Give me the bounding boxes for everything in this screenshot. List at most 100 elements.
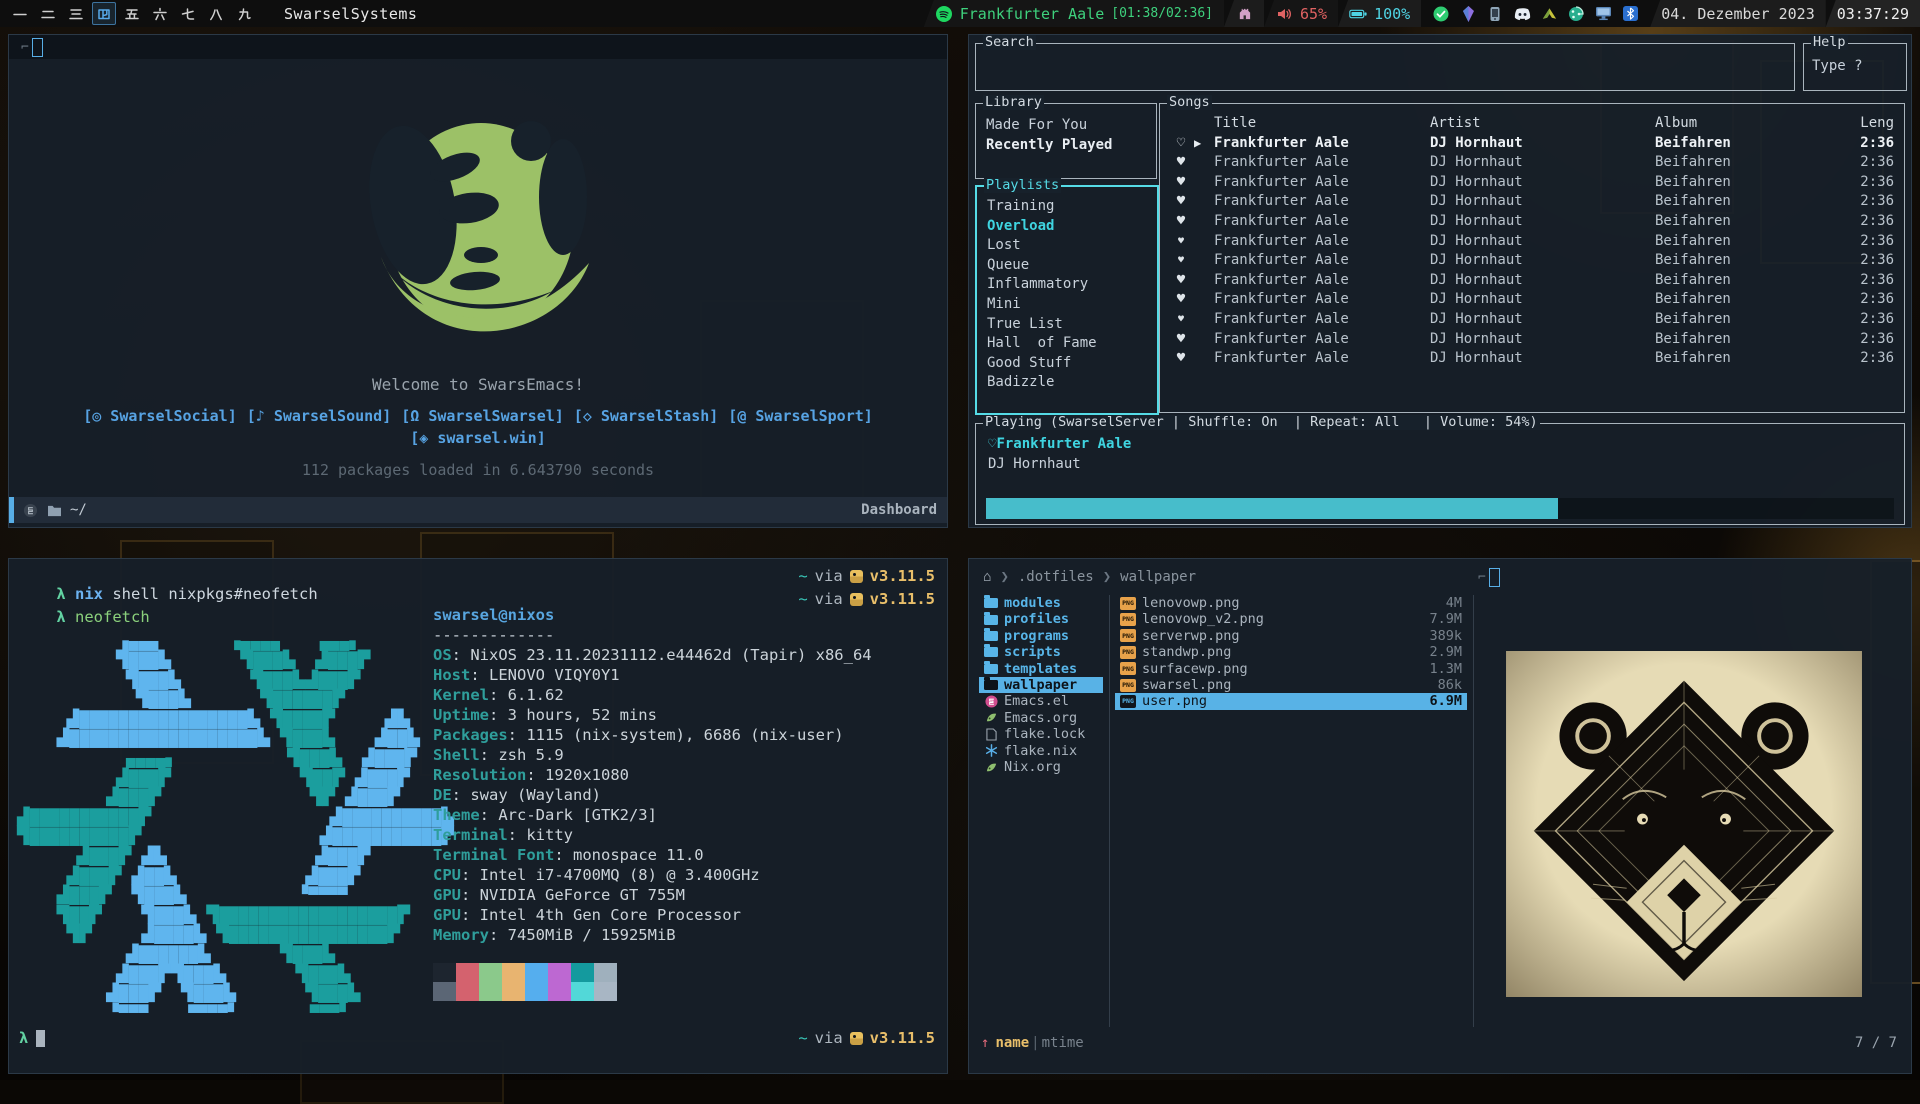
playlist-item-Lost[interactable]: Lost [987, 236, 1147, 256]
dir-item-flake.lock[interactable]: flake.lock [979, 726, 1103, 742]
workspace-button-九[interactable] [232, 2, 256, 25]
workspace-button-六[interactable] [148, 2, 172, 25]
dir-item-templates[interactable]: templates [979, 661, 1103, 677]
dashboard-link-SwarselSwarsel[interactable]: [Ω SwarselSwarsel] [401, 407, 564, 425]
dir-item-Emacs.el[interactable]: Emacs.el [979, 693, 1103, 709]
playlist-item-Good Stuff[interactable]: Good Stuff [987, 354, 1147, 374]
clock-widget[interactable]: 03:37:29 [1826, 0, 1920, 27]
file-item-serverwp.png[interactable]: PNGserverwp.png389k [1115, 628, 1467, 644]
dir-item-flake.nix[interactable]: flake.nix [979, 743, 1103, 759]
library-item-Made For You[interactable]: Made For You [986, 116, 1146, 136]
file-size: 1.3M [1429, 661, 1462, 677]
heart-filled-icon[interactable]: ♥ [1168, 271, 1194, 291]
dir-item-wallpaper[interactable]: wallpaper [979, 677, 1103, 693]
dir-item-scripts[interactable]: scripts [979, 644, 1103, 660]
library-item-Recently Played[interactable]: Recently Played [986, 136, 1146, 156]
dashboard-link-SwarselSound[interactable]: [♪ SwarselSound] [247, 407, 392, 425]
dir-item-Nix.org[interactable]: Nix.org [979, 759, 1103, 775]
file-item-user.png[interactable]: PNGuser.png6.9M [1115, 693, 1467, 709]
search-input[interactable] [976, 44, 1794, 90]
bluetooth-icon[interactable] [1621, 5, 1639, 23]
file-item-lenovowp.png[interactable]: PNGlenovowp.png4M [1115, 595, 1467, 611]
dashboard-link-SwarselSport[interactable]: [@ SwarselSport] [728, 407, 873, 425]
workspace-button-三[interactable] [64, 2, 88, 25]
syncthing-icon[interactable] [1567, 5, 1585, 23]
workspace-button-四[interactable] [92, 2, 116, 25]
song-row-1[interactable]: ♡▶Frankfurter AaleDJ HornhautBeifahren2:… [1168, 134, 1896, 154]
phone-sync-icon[interactable] [1486, 5, 1504, 23]
progress-bar[interactable] [986, 498, 1894, 519]
playlist-item-Queue[interactable]: Queue [987, 256, 1147, 276]
dashboard-link-swarsel.win[interactable]: [◈ swarsel.win] [410, 429, 545, 447]
heart-filled-icon[interactable]: ♥ [1168, 330, 1194, 350]
dir-item-programs[interactable]: programs [979, 628, 1103, 644]
now-playing-widget[interactable]: Frankfurter Aale [01:38/02:36] [924, 0, 1224, 27]
song-row-4[interactable]: ♥Frankfurter AaleDJ HornhautBeifahren2:3… [1168, 192, 1896, 212]
song-row-9[interactable]: ♥Frankfurter AaleDJ HornhautBeifahren2:3… [1168, 290, 1896, 310]
sort-direction-icon[interactable]: ↑ [981, 1035, 989, 1051]
dashboard-link-SwarselSocial[interactable]: [◎ SwarselSocial] [83, 407, 237, 425]
dir-item-profiles[interactable]: profiles [979, 611, 1103, 627]
openvpn-icon[interactable] [1540, 5, 1558, 23]
sort-primary[interactable]: name [995, 1035, 1029, 1051]
song-row-10[interactable]: ♥Frankfurter AaleDJ HornhautBeifahren2:3… [1168, 310, 1896, 330]
playlist-item-Badizzle[interactable]: Badizzle [987, 373, 1147, 393]
song-row-7[interactable]: ♥Frankfurter AaleDJ HornhautBeifahren2:3… [1168, 251, 1896, 271]
search-box[interactable]: Search [975, 43, 1795, 91]
checkmark-icon[interactable] [1432, 5, 1450, 23]
dir-item-modules[interactable]: modules [979, 595, 1103, 611]
png-file-icon: PNG [1120, 613, 1136, 626]
heart-filled-icon[interactable]: ♥ [1168, 192, 1194, 212]
song-artist: DJ Hornhaut [1430, 330, 1655, 350]
playlist-item-Hall of Fame[interactable]: Hall of Fame [987, 334, 1147, 354]
heart-filled-icon[interactable]: ♥ [1168, 310, 1194, 330]
file-item-standwp.png[interactable]: PNGstandwp.png2.9M [1115, 644, 1467, 660]
gem-icon[interactable] [1459, 5, 1477, 23]
castle-tray-section[interactable] [1224, 0, 1264, 27]
playlist-item-Overload[interactable]: Overload [987, 217, 1147, 237]
heart-filled-icon[interactable]: ♥ [1168, 173, 1194, 193]
song-row-8[interactable]: ♥Frankfurter AaleDJ HornhautBeifahren2:3… [1168, 271, 1896, 291]
terminal-prompt-line[interactable]: λ [19, 1029, 45, 1047]
heart-filled-icon[interactable]: ♥ [1168, 232, 1194, 252]
playlist-item-Inflammatory[interactable]: Inflammatory [987, 275, 1147, 295]
volume-widget[interactable]: 65% [1264, 0, 1338, 27]
heart-filled-icon[interactable]: ♥ [1168, 251, 1194, 271]
display-icon[interactable] [1594, 5, 1612, 23]
playlist-item-True List[interactable]: True List [987, 315, 1147, 335]
nix-icon [984, 744, 998, 758]
breadcrumb-wallpaper[interactable]: wallpaper [1120, 569, 1196, 585]
song-row-2[interactable]: ♥Frankfurter AaleDJ HornhautBeifahren2:3… [1168, 153, 1896, 173]
heart-filled-icon[interactable]: ♥ [1168, 349, 1194, 369]
playlist-item-Training[interactable]: Training [987, 197, 1147, 217]
modeline-mode: Dashboard [861, 502, 937, 518]
song-row-11[interactable]: ♥Frankfurter AaleDJ HornhautBeifahren2:3… [1168, 330, 1896, 350]
heart-outline-icon[interactable]: ♡ [1168, 134, 1194, 154]
song-row-5[interactable]: ♥Frankfurter AaleDJ HornhautBeifahren2:3… [1168, 212, 1896, 232]
heart-filled-icon[interactable]: ♥ [1168, 153, 1194, 173]
playlist-item-Mini[interactable]: Mini [987, 295, 1147, 315]
song-row-12[interactable]: ♥Frankfurter AaleDJ HornhautBeifahren2:3… [1168, 349, 1896, 369]
file-item-surfacewp.png[interactable]: PNGsurfacewp.png1.3M [1115, 661, 1467, 677]
workspace-button-一[interactable] [8, 2, 32, 25]
heart-filled-icon[interactable]: ♥ [1168, 290, 1194, 310]
dashboard-link-SwarselStash[interactable]: [◇ SwarselStash] [574, 407, 719, 425]
file-item-lenovowp_v2.png[interactable]: PNGlenovowp_v2.png7.9M [1115, 611, 1467, 627]
dir-item-Emacs.org[interactable]: Emacs.org [979, 710, 1103, 726]
song-row-3[interactable]: ♥Frankfurter AaleDJ HornhautBeifahren2:3… [1168, 173, 1896, 193]
workspace-button-五[interactable] [120, 2, 144, 25]
battery-widget[interactable]: 100% [1338, 0, 1421, 27]
workspace-button-七[interactable] [176, 2, 200, 25]
date-widget[interactable]: 04. Dezember 2023 [1650, 0, 1826, 27]
terminal-window: λ nix shell nixpkgs#neofetch ~viav3.11.5… [8, 558, 948, 1074]
home-icon[interactable]: ⌂ [983, 569, 991, 585]
folder-icon [984, 598, 998, 608]
file-item-swarsel.png[interactable]: PNGswarsel.png86k [1115, 677, 1467, 693]
song-row-6[interactable]: ♥Frankfurter AaleDJ HornhautBeifahren2:3… [1168, 232, 1896, 252]
heart-filled-icon[interactable]: ♥ [1168, 212, 1194, 232]
workspace-button-八[interactable] [204, 2, 228, 25]
discord-icon[interactable] [1513, 5, 1531, 23]
breadcrumb-dotfiles[interactable]: .dotfiles [1018, 569, 1094, 585]
workspace-button-二[interactable] [36, 2, 60, 25]
sort-secondary[interactable]: mtime [1042, 1035, 1084, 1051]
